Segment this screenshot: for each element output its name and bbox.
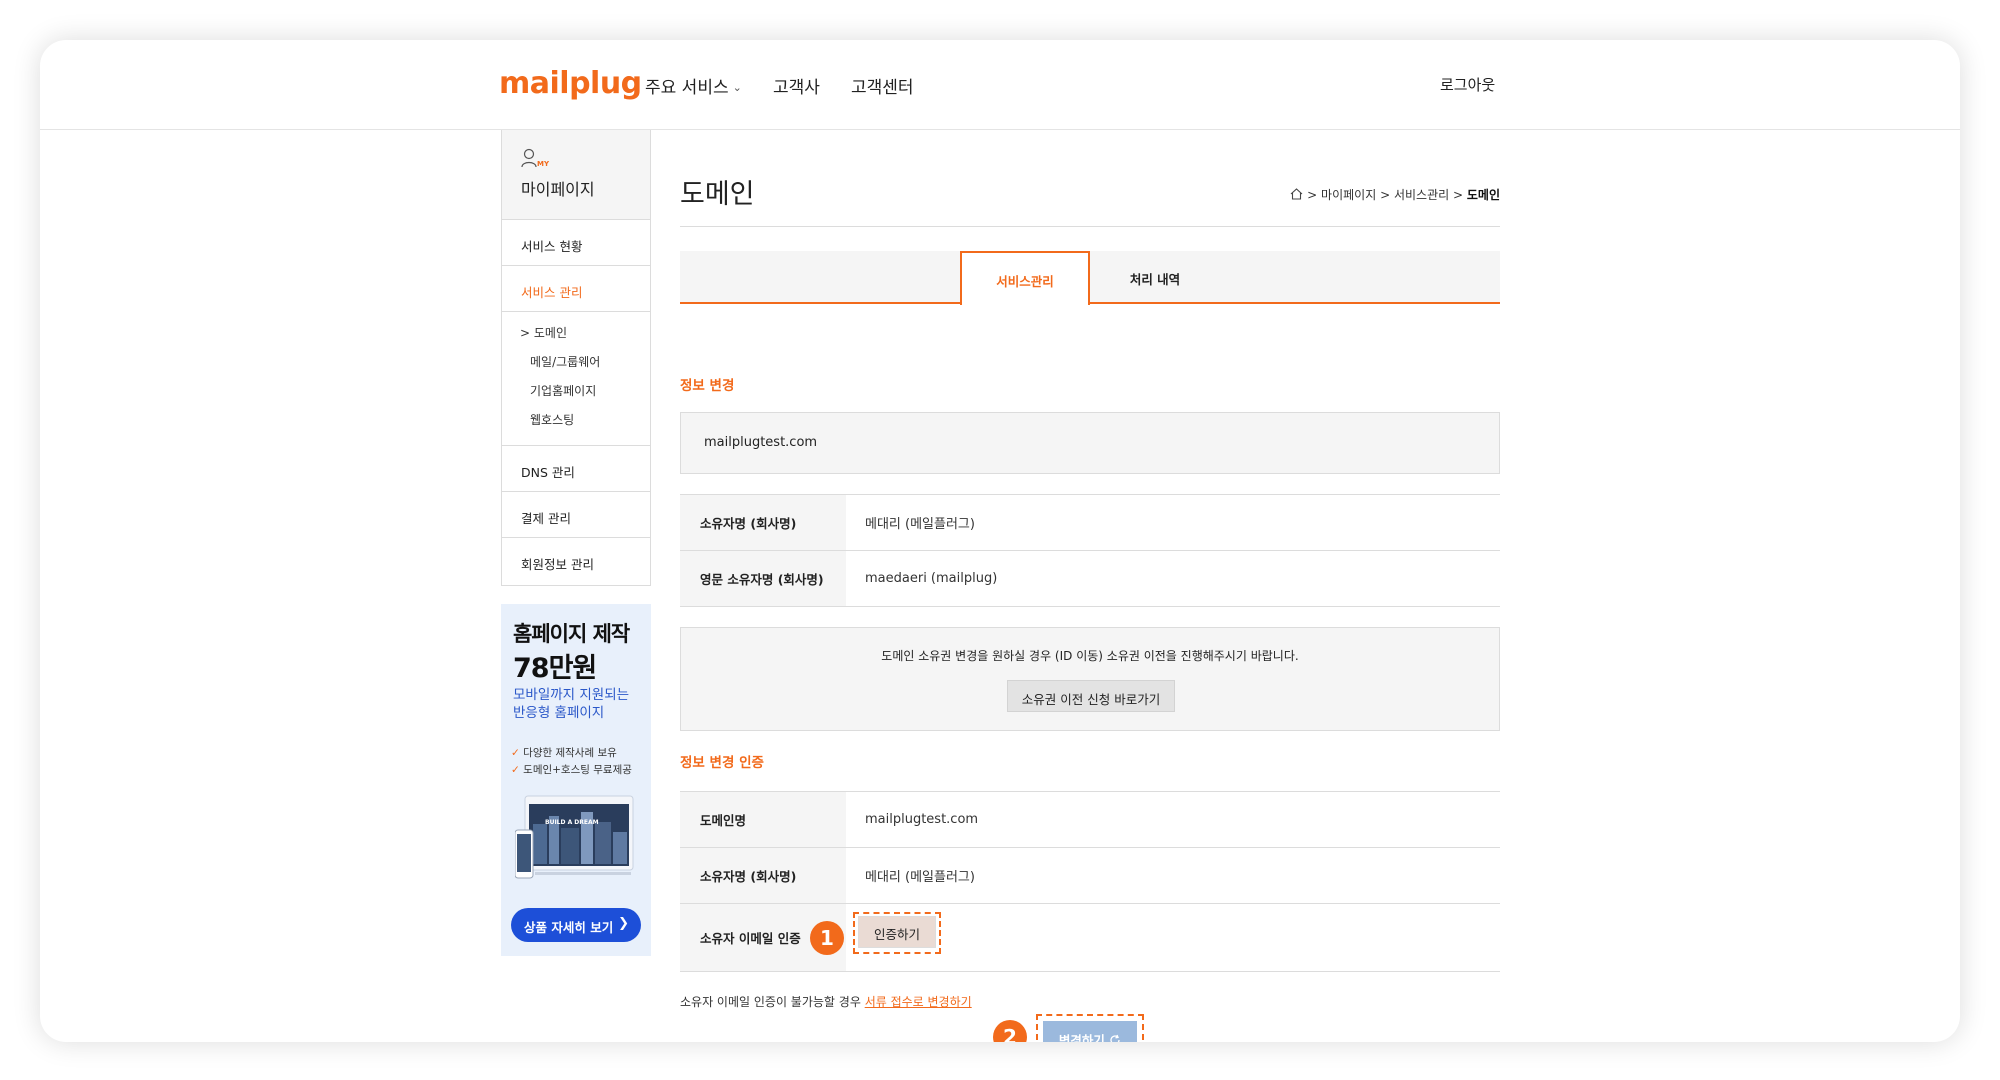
change-button[interactable]: 변경하기	[1043, 1021, 1137, 1042]
table-row: 소유자 이메일 인증 1 인증하기	[680, 904, 1500, 972]
table-row: 소유자명 (회사명) 메대리 (메일플러그)	[680, 495, 1500, 551]
table-row: 도메인명 mailplugtest.com	[680, 792, 1500, 848]
domain-name-label: 도메인명	[680, 792, 846, 847]
nav-main-services[interactable]: 주요 서비스 ⌄	[645, 73, 742, 98]
responsive-homepage-mockup-image: BUILD A DREAM	[514, 794, 637, 882]
breadcrumb: > 마이페이지 > 서비스관리 > 도메인	[1290, 186, 1500, 203]
sidebar-item-service-management[interactable]: 서비스 관리	[502, 266, 650, 312]
sidebar-subitem-mail-groupware[interactable]: 메일/그룹웨어	[502, 353, 650, 382]
sidebar-subitem-domain[interactable]: > 도메인	[502, 324, 650, 353]
sidebar-item-payment[interactable]: 결제 관리	[502, 492, 650, 538]
ad-headline: 홈페이지 제작	[513, 622, 630, 646]
owner-name-en-label: 영문 소유자명 (회사명)	[680, 551, 846, 606]
chevron-right-icon: ❯	[618, 916, 629, 931]
check-icon: ✓	[511, 764, 520, 776]
current-domain-box: mailplugtest.com	[680, 412, 1500, 474]
sidebar-subitem-company-homepage[interactable]: 기업홈페이지	[502, 382, 650, 411]
section-info-change-title: 정보 변경	[680, 378, 735, 394]
sidebar-item-member-info[interactable]: 회원정보 관리	[502, 538, 650, 584]
section-verification-title: 정보 변경 인증	[680, 755, 764, 771]
page-title: 도메인	[680, 179, 755, 210]
ad-subtitle: 모바일까지 지원되는 반응형 홈페이지	[513, 686, 629, 722]
nav-support-center[interactable]: 고객센터	[851, 73, 914, 98]
breadcrumb-separator: >	[1452, 188, 1464, 202]
breadcrumb-service-management[interactable]: 서비스관리	[1394, 188, 1449, 202]
refresh-icon	[1110, 1034, 1120, 1042]
table-row: 영문 소유자명 (회사명) maedaeri (mailplug)	[680, 551, 1500, 607]
footnote-text: 소유자 이메일 인증이 불가능할 경우	[680, 995, 865, 1009]
change-button-label: 변경하기	[1058, 1033, 1105, 1042]
owner-name-value: 메대리 (메일플러그)	[865, 517, 975, 532]
sidebar-header: MY 마이페이지	[502, 130, 650, 220]
sidebar-title: 마이페이지	[521, 180, 595, 199]
verification-footnote: 소유자 이메일 인증이 불가능할 경우 서류 접수로 변경하기	[680, 993, 972, 1010]
tab-processing-history[interactable]: 처리 내역	[1090, 251, 1220, 304]
homepage-ad-banner[interactable]: 홈페이지 제작 78만원 모바일까지 지원되는 반응형 홈페이지 ✓ 다양한 제…	[501, 604, 651, 956]
sidebar-submenu: > 도메인 메일/그룹웨어 기업홈페이지 웹호스팅	[502, 312, 650, 446]
ad-subtitle-line1: 모바일까지 지원되는	[513, 687, 630, 703]
user-my-icon: MY	[521, 148, 650, 172]
title-divider	[680, 226, 1500, 227]
ad-bullets: ✓ 다양한 제작사례 보유 ✓ 도메인+호스팅 무료제공	[511, 745, 632, 779]
ad-bullet-1: 다양한 제작사례 보유	[523, 747, 617, 759]
product-details-label: 상품 자세히 보기	[524, 920, 614, 935]
logout-link[interactable]: 로그아웃	[1440, 74, 1495, 95]
tab-service-management[interactable]: 서비스관리	[960, 251, 1090, 305]
ad-bullet-2: 도메인+호스팅 무료제공	[523, 764, 632, 776]
mockup-text: BUILD A DREAM	[545, 819, 599, 826]
owner-name-label: 소유자명 (회사명)	[680, 848, 846, 903]
home-icon[interactable]	[1290, 188, 1303, 200]
sidebar-item-dns[interactable]: DNS 관리	[502, 446, 650, 492]
breadcrumb-domain: 도메인	[1466, 188, 1500, 202]
sidebar-subitem-web-hosting[interactable]: 웹호스팅	[502, 411, 650, 440]
mailplug-logo[interactable]: mailplug	[499, 66, 642, 101]
breadcrumb-separator: >	[1380, 188, 1391, 202]
notice-text: 도메인 소유권 변경을 원하실 경우 (ID 이동) 소유권 이전을 진행해주시…	[881, 649, 1299, 663]
browser-card: mailplug 주요 서비스 ⌄ 고객사 고객센터 로그아웃 MY 마이페이지 …	[40, 40, 1960, 1042]
tab-bar: 서비스관리 처리 내역	[680, 251, 1500, 305]
table-row: 소유자명 (회사명) 메대리 (메일플러그)	[680, 848, 1500, 904]
breadcrumb-separator: >	[1307, 188, 1318, 202]
owner-name-en-value: maedaeri (mailplug)	[865, 571, 998, 586]
ad-subtitle-line2: 반응형 홈페이지	[513, 705, 605, 721]
my-badge: MY	[537, 160, 550, 168]
document-submission-link[interactable]: 서류 접수로 변경하기	[865, 995, 972, 1009]
sidebar-item-service-status[interactable]: 서비스 현황	[502, 220, 650, 266]
owner-info-table: 소유자명 (회사명) 메대리 (메일플러그) 영문 소유자명 (회사명) mae…	[680, 494, 1500, 607]
step-1-badge: 1	[810, 921, 844, 955]
breadcrumb-mypage[interactable]: 마이페이지	[1321, 188, 1376, 202]
nav-main-services-label: 주요 서비스	[645, 78, 729, 98]
verification-table: 도메인명 mailplugtest.com 소유자명 (회사명) 메대리 (메일…	[680, 791, 1500, 972]
ownership-transfer-notice: 도메인 소유권 변경을 원하실 경우 (ID 이동) 소유권 이전을 진행해주시…	[680, 627, 1500, 731]
ad-price: 78만원	[513, 653, 597, 684]
ownership-transfer-button[interactable]: 소유권 이전 신청 바로가기	[1007, 680, 1175, 712]
product-details-button[interactable]: 상품 자세히 보기 ❯	[511, 908, 641, 942]
owner-name-label: 소유자명 (회사명)	[680, 495, 846, 550]
verify-button[interactable]: 인증하기	[858, 916, 936, 948]
check-icon: ✓	[511, 747, 520, 759]
top-navigation: mailplug 주요 서비스 ⌄ 고객사 고객센터 로그아웃	[40, 40, 1960, 130]
nav-clients[interactable]: 고객사	[773, 73, 820, 98]
domain-name-value: mailplugtest.com	[865, 812, 979, 827]
step-2-badge: 2	[993, 1020, 1027, 1042]
mypage-sidebar: MY 마이페이지 서비스 현황 서비스 관리 > 도메인 메일/그룹웨어 기업홈…	[501, 130, 651, 586]
owner-name-value: 메대리 (메일플러그)	[865, 870, 975, 885]
chevron-down-icon: ⌄	[732, 81, 742, 94]
